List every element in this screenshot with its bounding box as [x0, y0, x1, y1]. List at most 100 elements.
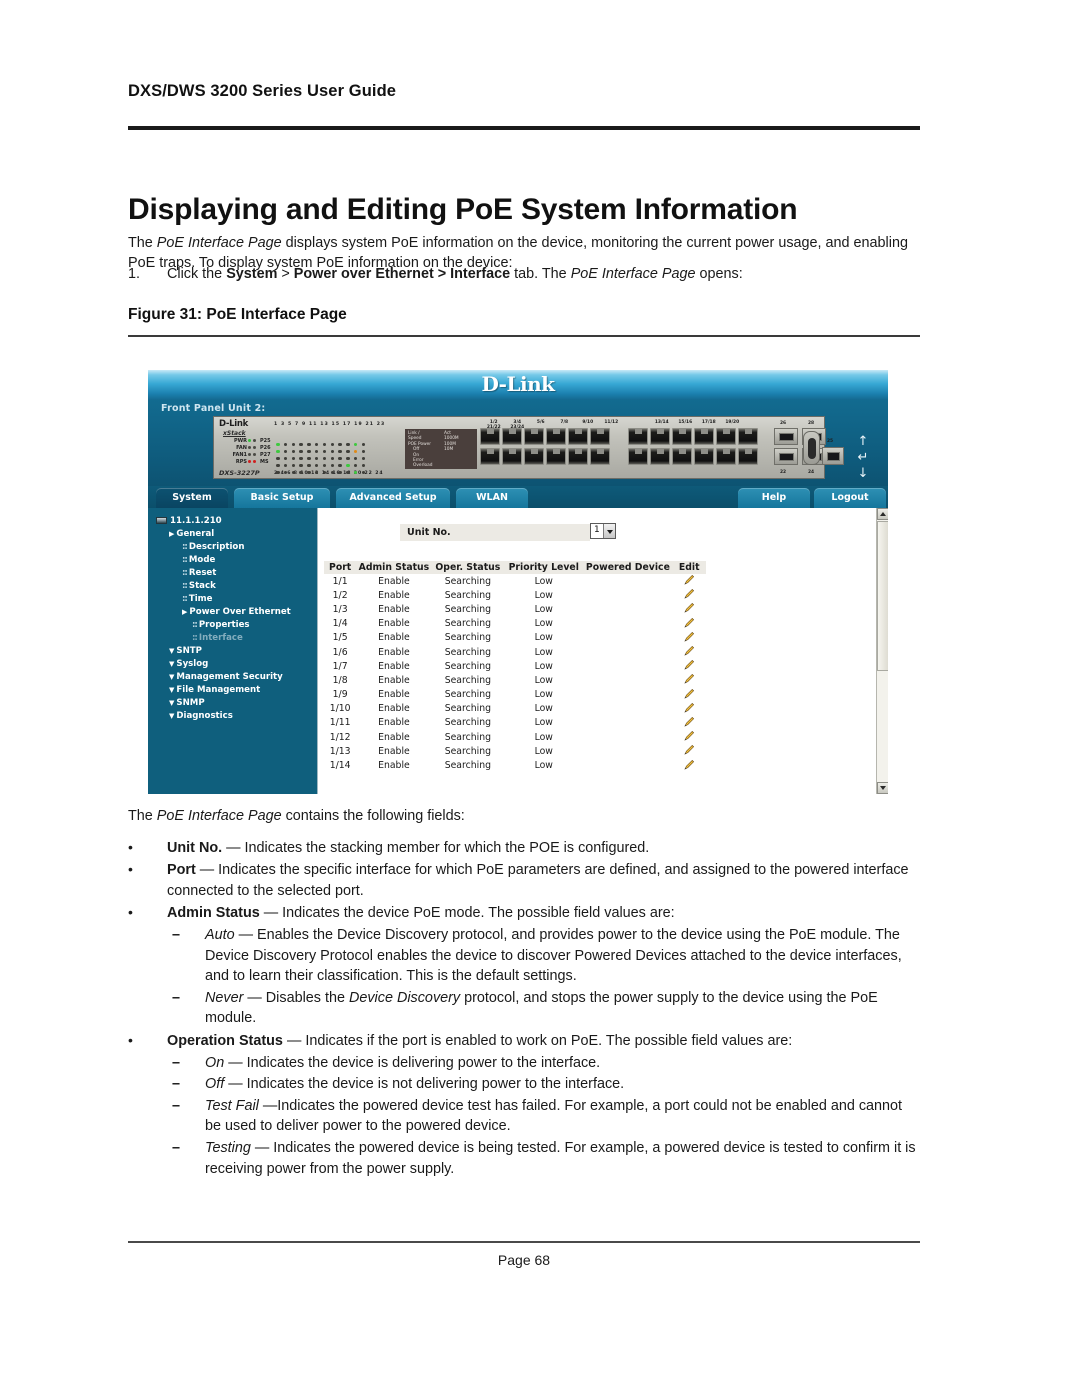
edit-pencil-icon[interactable]: [684, 702, 695, 713]
scroll-down-arrow-icon[interactable]: ↓: [850, 466, 876, 482]
sidebar-item-stack[interactable]: :: Stack: [156, 580, 291, 593]
value-desc: — Enables the Device Discovery protocol,…: [205, 926, 902, 985]
sidebar-item-snmp[interactable]: ▼ SNMP: [156, 697, 291, 710]
tab-basic-setup[interactable]: Basic Setup: [234, 488, 330, 508]
sidebar-item-power-over-ethernet[interactable]: ▶ Power Over Ethernet: [156, 606, 291, 619]
sidebar-item-syslog[interactable]: ▼ Syslog: [156, 658, 291, 671]
cell-edit[interactable]: [672, 673, 706, 687]
sidebar-item-file-management[interactable]: ▼ File Management: [156, 684, 291, 697]
main-tab-bar: System Basic Setup Advanced Setup WLAN H…: [148, 486, 888, 508]
edit-pencil-icon[interactable]: [684, 617, 695, 628]
step-bold-system: System: [226, 266, 278, 282]
cell-edit[interactable]: [672, 645, 706, 659]
edit-pencil-icon[interactable]: [684, 716, 695, 727]
tab-wlan[interactable]: WLAN: [456, 488, 528, 508]
cell-priority-level: Low: [534, 660, 553, 672]
edit-pencil-icon[interactable]: [684, 645, 695, 656]
refresh-arrow-icon[interactable]: ↵: [850, 450, 876, 466]
cell-admin-status: Enable: [378, 674, 410, 686]
unit-no-select[interactable]: 1: [590, 523, 616, 539]
value-desc-italic: Device Discovery: [348, 989, 461, 1006]
rj45-port-icon: [568, 428, 588, 445]
cell-edit[interactable]: [672, 730, 706, 744]
edit-pencil-icon[interactable]: [684, 631, 695, 642]
column-header-admin-status: Admin Status: [356, 561, 432, 574]
edit-pencil-icon[interactable]: [684, 659, 695, 670]
led-row-rps: RPS MS: [228, 459, 277, 466]
cell-admin-status: Enable: [378, 618, 410, 630]
sidebar-item-time[interactable]: :: Time: [156, 593, 291, 606]
cell-edit[interactable]: [672, 758, 706, 772]
bullet-dots-icon: ::: [192, 633, 198, 643]
edit-pencil-icon[interactable]: [684, 673, 695, 685]
edit-pencil-icon[interactable]: [684, 602, 695, 614]
cell-oper-status: Searching: [444, 646, 492, 658]
field-admin-status: Admin Status — Indicates the device PoE …: [128, 902, 920, 1029]
led-indicator-icon: [253, 446, 256, 449]
led-label-pwr: PWR: [233, 438, 247, 444]
figure-screenshot: D-Link Front Panel Unit 2: D-Link xStack…: [148, 370, 888, 794]
rj45-port-icon: [546, 448, 566, 465]
edit-pencil-icon[interactable]: [684, 688, 695, 699]
cell-edit[interactable]: [672, 744, 706, 758]
cell-edit[interactable]: [672, 588, 706, 602]
tab-system[interactable]: System: [156, 488, 228, 508]
cell-edit[interactable]: [672, 574, 706, 588]
cell-edit[interactable]: [672, 659, 706, 673]
table-row: 1/10 Enable Searching Low: [324, 702, 706, 716]
scrollbar-down-arrow-icon[interactable]: [877, 782, 888, 794]
sidebar-item-properties[interactable]: :: Properties: [156, 619, 291, 632]
sidebar-item-interface[interactable]: :: Interface: [156, 632, 291, 645]
cell-oper-status: Searching: [444, 632, 492, 644]
cell-admin-status: Enable: [378, 646, 410, 658]
cell-port: 1/10: [329, 703, 351, 715]
sidebar-item-general[interactable]: ▶ General: [156, 528, 291, 541]
sidebar-item-root[interactable]: 11.1.1.210: [156, 515, 291, 528]
edit-pencil-icon[interactable]: [684, 730, 695, 741]
edit-pencil-icon[interactable]: [684, 574, 695, 585]
sidebar-item-label: Power Over Ethernet: [189, 607, 291, 617]
led-row-pwr: PWR P25: [228, 438, 277, 445]
scrollbar-thumb[interactable]: [877, 521, 888, 671]
tab-logout[interactable]: Logout: [814, 488, 886, 508]
sidebar-navigation: 11.1.1.210 ▶ General :: Description :: Mode…: [148, 508, 317, 794]
content-vertical-scrollbar[interactable]: [876, 508, 888, 794]
column-header-oper-status: Oper. Status: [431, 561, 505, 574]
sidebar-item-mode[interactable]: :: Mode: [156, 554, 291, 567]
admin-status-value-list: Auto — Enables the Device Discovery prot…: [167, 925, 920, 1029]
scrollbar-up-arrow-icon[interactable]: [877, 508, 888, 520]
sidebar-item-sntp[interactable]: ▼ SNTP: [156, 645, 291, 658]
cell-powered-device: [583, 758, 672, 772]
rj45-port-icon: [524, 428, 544, 445]
cell-edit[interactable]: [672, 617, 706, 631]
table-row: 1/1 Enable Searching Low: [324, 574, 706, 588]
edit-pencil-icon[interactable]: [684, 588, 695, 599]
cell-edit[interactable]: [672, 688, 706, 702]
cell-priority-level: Low: [534, 618, 553, 630]
cell-admin-status: Enable: [378, 575, 410, 587]
cell-edit[interactable]: [672, 716, 706, 730]
led-label-ms: MS: [260, 459, 269, 465]
cell-edit[interactable]: [672, 702, 706, 716]
cell-edit[interactable]: [672, 631, 706, 645]
scroll-up-arrow-icon[interactable]: ↑: [850, 434, 876, 450]
sidebar-item-reset[interactable]: :: Reset: [156, 567, 291, 580]
edit-pencil-icon[interactable]: [684, 759, 695, 770]
cell-powered-device: [583, 659, 672, 673]
chevron-down-icon[interactable]: [603, 524, 615, 538]
tab-advanced-setup[interactable]: Advanced Setup: [336, 488, 450, 508]
cell-edit[interactable]: [672, 602, 706, 616]
table-row: 1/11 Enable Searching Low: [324, 716, 706, 730]
edit-pencil-icon[interactable]: [684, 744, 695, 756]
sidebar-item-description[interactable]: :: Description: [156, 541, 291, 554]
tab-help[interactable]: Help: [738, 488, 810, 508]
cell-priority-level: Low: [534, 760, 553, 772]
cell-powered-device: [583, 702, 672, 716]
sidebar-item-management-security[interactable]: ▼ Management Security: [156, 671, 291, 684]
cell-powered-device: [583, 645, 672, 659]
value-off: Off — Indicates the device is not delive…: [167, 1074, 920, 1095]
table-body: 1/1 Enable Searching Low 1/2 Enable Searching…: [324, 574, 706, 773]
led-indicator-icon: [248, 446, 251, 449]
sidebar-item-label: SNTP: [176, 646, 202, 656]
sidebar-item-diagnostics[interactable]: ▼ Diagnostics: [156, 710, 291, 723]
